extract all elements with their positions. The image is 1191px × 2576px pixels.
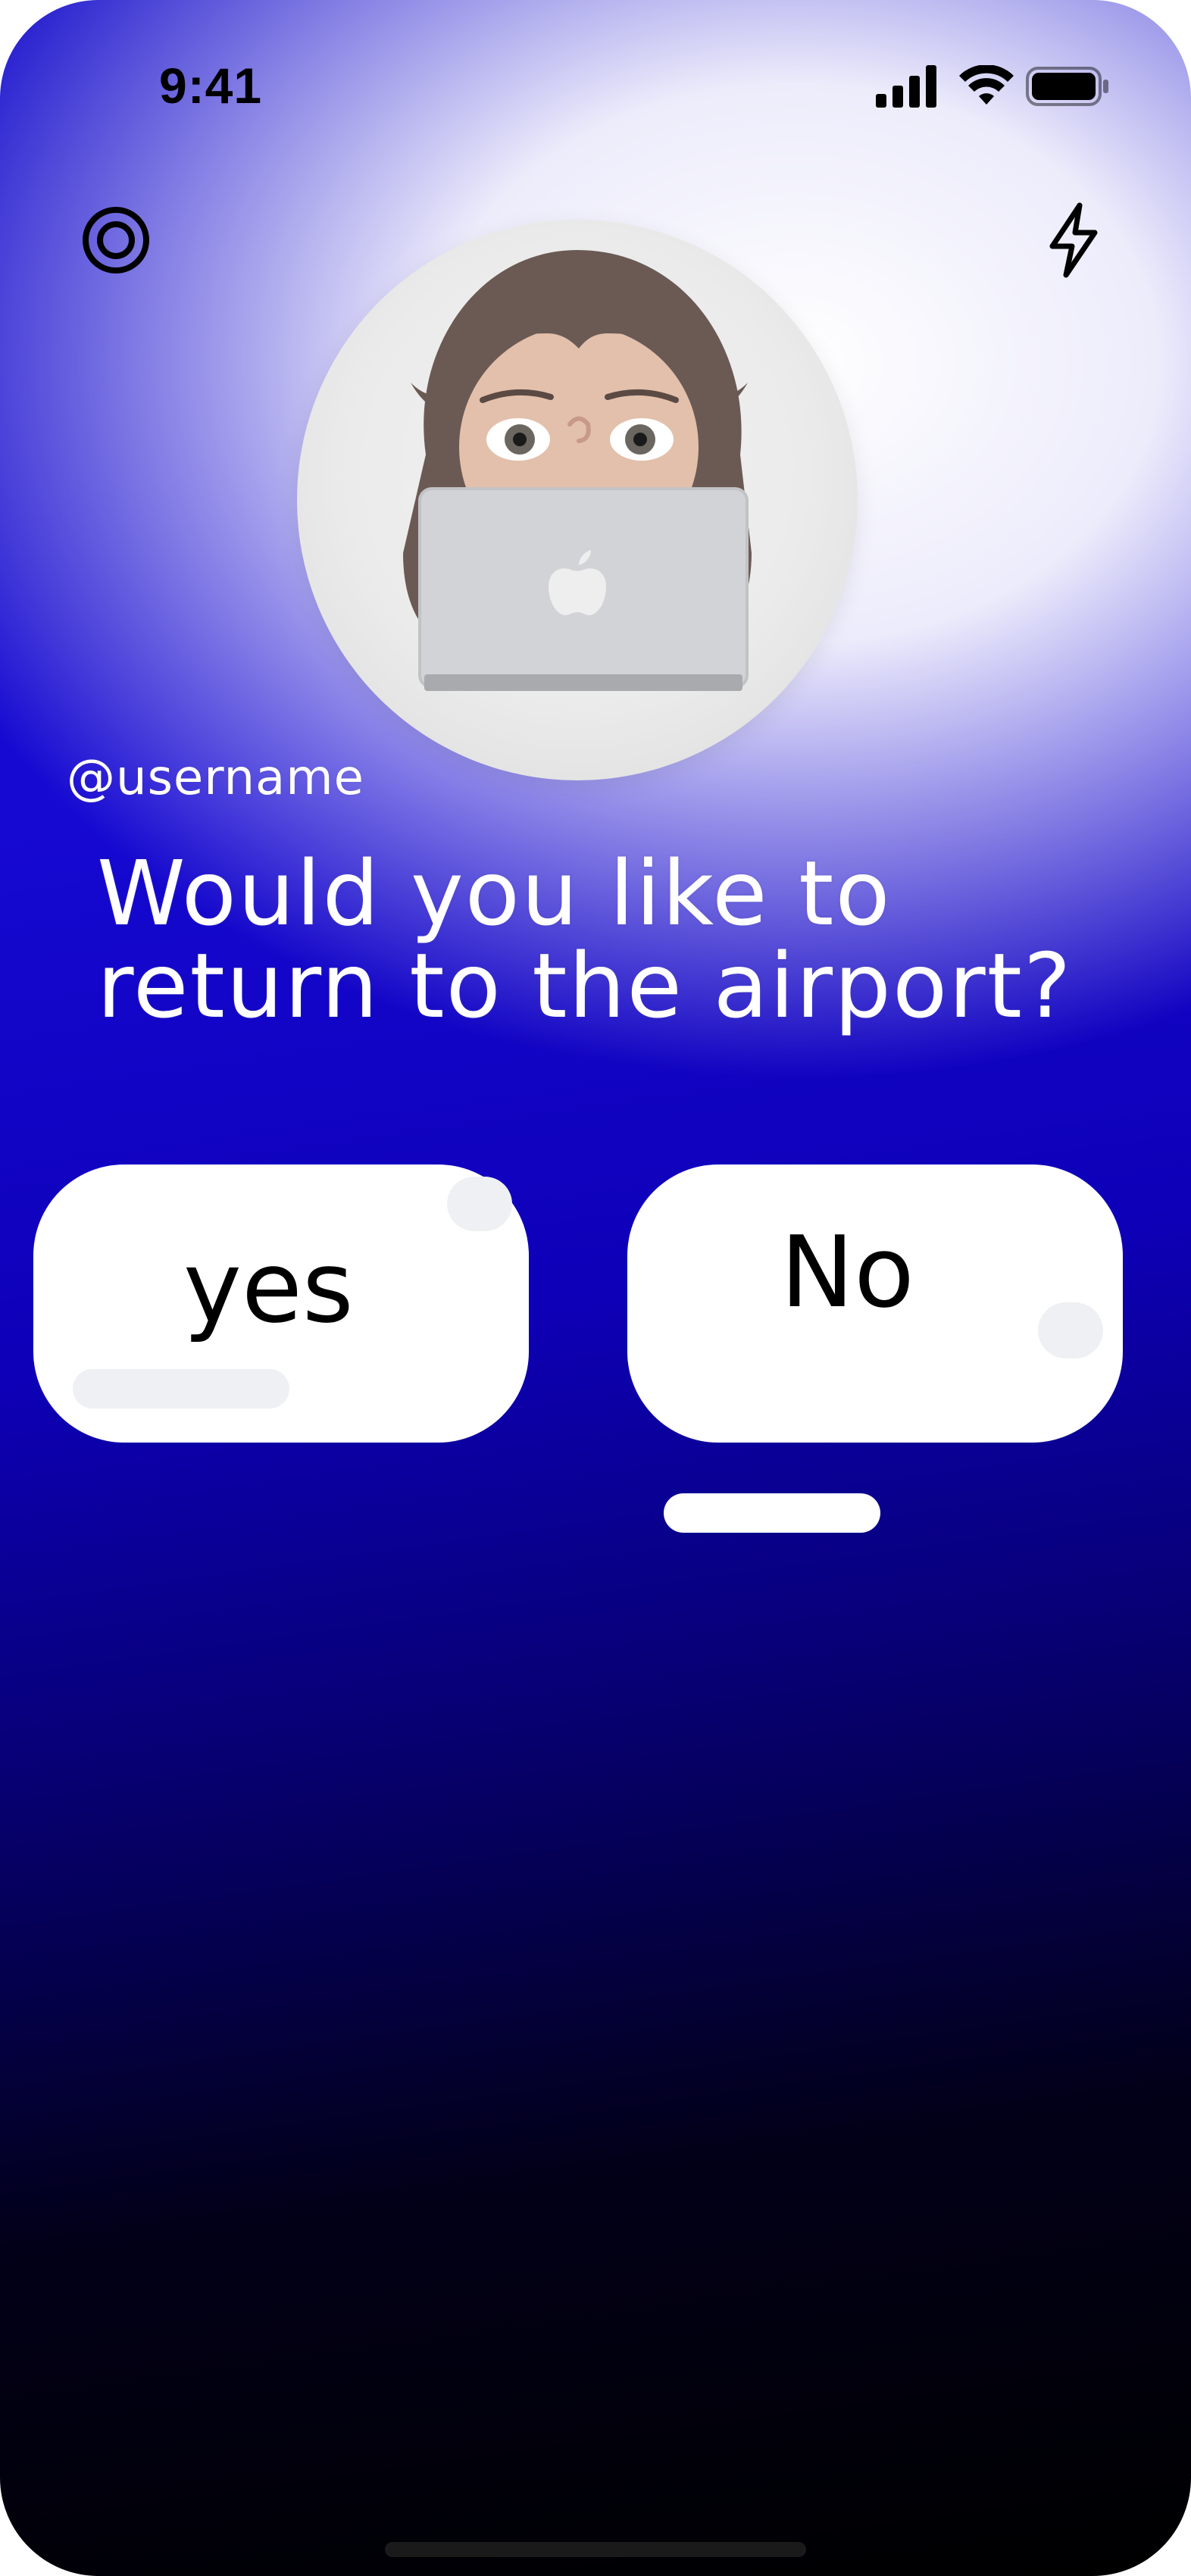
- no-button[interactable]: No: [627, 1165, 1123, 1443]
- yes-button[interactable]: yes: [33, 1165, 529, 1443]
- memoji-laptop-avatar: [403, 250, 752, 691]
- button-decoration: [447, 1177, 512, 1231]
- button-decoration: [1038, 1302, 1103, 1358]
- avatar: [297, 220, 858, 780]
- yes-button-label: yes: [183, 1230, 354, 1345]
- lightning-icon: [1049, 202, 1098, 278]
- question-text: Would you like to return to the airport?: [97, 847, 1143, 1032]
- no-button-label: No: [780, 1215, 914, 1330]
- lightning-button[interactable]: [1032, 199, 1115, 282]
- question-line-1: Would you like to: [97, 841, 892, 946]
- target-icon: [83, 207, 149, 274]
- target-button[interactable]: [74, 199, 158, 282]
- question-line-2: return to the airport?: [97, 933, 1073, 1038]
- signal-icon: [876, 65, 936, 108]
- home-indicator[interactable]: [385, 2542, 806, 2557]
- status-time: 9:41: [159, 58, 263, 114]
- wifi-icon: [959, 65, 1014, 105]
- decorative-pill: [664, 1493, 880, 1533]
- username-label: @username: [67, 750, 364, 806]
- phone-screen: 9:41 @username Would you like to return …: [0, 0, 1191, 2576]
- battery-icon: [1026, 67, 1108, 106]
- button-decoration: [73, 1369, 289, 1408]
- status-bar: 9:41: [0, 0, 1191, 174]
